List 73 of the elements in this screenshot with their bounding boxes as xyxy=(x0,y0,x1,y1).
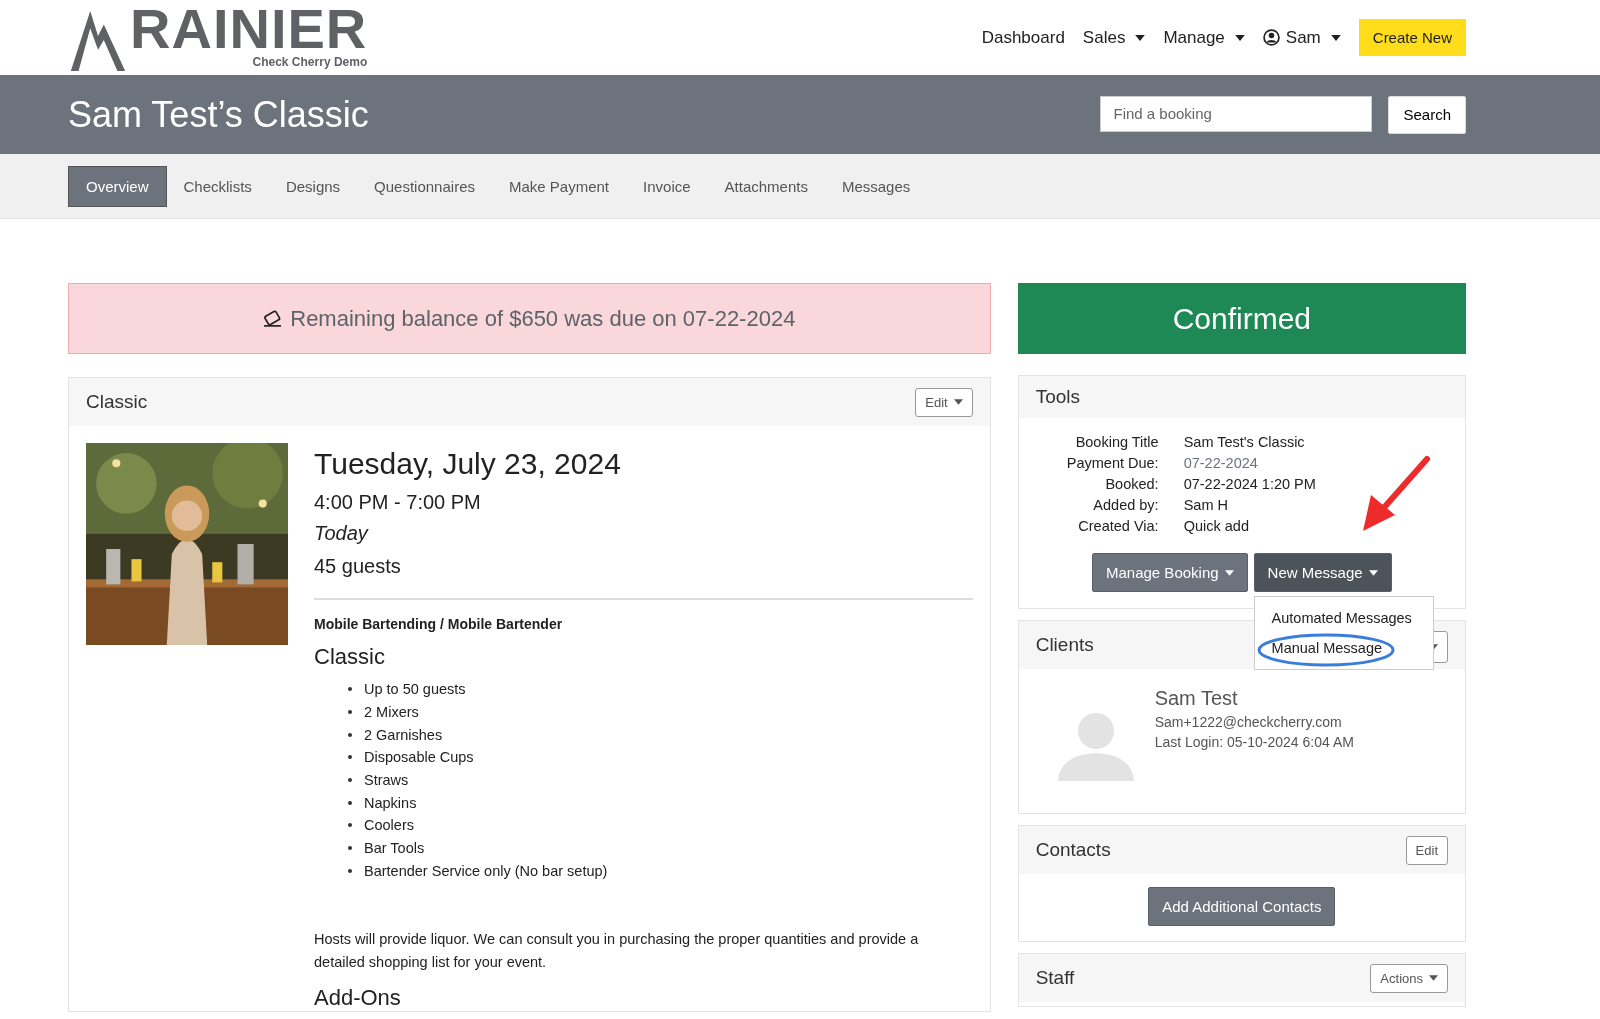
status-banner: Confirmed xyxy=(1017,283,1466,354)
bullet-icon xyxy=(348,800,352,805)
create-new-button[interactable]: Create New xyxy=(1358,19,1466,56)
page-title: Sam Test’s Classic xyxy=(68,93,369,136)
bullet-icon xyxy=(348,823,352,828)
search-button[interactable]: Search xyxy=(1388,95,1466,134)
feature-item: Bartender Service only (No bar setup) xyxy=(364,862,608,879)
client-name: Sam Test xyxy=(1154,687,1239,710)
detail-label: Created Via: xyxy=(1077,518,1159,534)
detail-value: 07-22-2024 1:20 PM xyxy=(1183,476,1316,492)
bullet-icon xyxy=(348,846,352,851)
tab[interactable]: Messages xyxy=(824,166,928,206)
bullet-icon xyxy=(348,868,352,873)
dropdown-button[interactable]: New Message xyxy=(1253,553,1392,592)
detail-value: Sam H xyxy=(1183,497,1229,513)
menu-item[interactable]: Automated Messages xyxy=(1254,603,1433,633)
feature-item: 2 Mixers xyxy=(364,704,419,721)
tab[interactable]: Make Payment xyxy=(492,166,627,206)
alert-text: Remaining balance of $650 was due on 07-22-2024 xyxy=(290,305,796,332)
card-title: Contacts xyxy=(1035,839,1111,861)
add-contacts-button[interactable]: Add Additional Contacts xyxy=(1148,887,1336,926)
detail-label: Added by: xyxy=(1092,497,1159,513)
event-date: Tuesday, July 23, 2024 xyxy=(314,447,622,481)
detail-label: Booking Title xyxy=(1074,434,1159,450)
nav-link[interactable]: Dashboard xyxy=(981,27,1065,48)
client-email: Sam+1222@checkcherry.com xyxy=(1154,714,1343,730)
menu-item[interactable]: Manual Message xyxy=(1254,633,1433,663)
actions-button[interactable]: Actions xyxy=(1370,963,1448,993)
detail-value: Sam Test's Classic xyxy=(1183,434,1306,450)
feature-item: Disposable Cups xyxy=(364,749,474,766)
search-field[interactable]: Find a booking xyxy=(1100,95,1373,132)
event-day: Today xyxy=(314,522,973,545)
feature-item: Bar Tools xyxy=(364,840,425,857)
feature-item: Napkins xyxy=(364,794,417,811)
detail-value: 07-22-2024 xyxy=(1183,455,1259,471)
bullet-icon xyxy=(348,778,352,783)
tab[interactable]: Attachments xyxy=(707,166,825,206)
bullet-icon xyxy=(348,755,352,760)
tab[interactable]: Designs xyxy=(268,166,358,206)
nav-link[interactable]: Sales xyxy=(1082,27,1146,48)
detail-value: Quick add xyxy=(1183,518,1250,534)
nav-link[interactable]: Manage xyxy=(1163,27,1245,48)
nav-link[interactable]: Sam xyxy=(1262,27,1341,48)
logo-wordmark: RAINIER xyxy=(130,2,368,55)
logo-subtitle: Check Cherry Demo xyxy=(252,54,368,69)
package-name: Classic xyxy=(314,644,386,670)
tab[interactable]: Overview xyxy=(68,165,167,207)
user-icon xyxy=(1262,29,1280,46)
bullet-icon xyxy=(348,710,352,715)
feature-item: Coolers xyxy=(364,817,414,834)
edit-button[interactable]: Edit xyxy=(1405,835,1448,865)
guest-count: 45 guests xyxy=(314,555,402,578)
bullet-icon xyxy=(348,687,352,692)
tab[interactable]: Checklists xyxy=(166,166,269,206)
package-category: Mobile Bartending / Mobile Bartender xyxy=(314,616,564,632)
tab[interactable]: Invoice xyxy=(626,166,708,206)
event-time: 4:00 PM - 7:00 PM xyxy=(314,491,482,514)
tab[interactable]: Questionnaires xyxy=(357,166,492,206)
edit-button[interactable]: Edit xyxy=(915,387,973,417)
card-title: Tools xyxy=(1035,386,1080,408)
dropdown-button[interactable]: Manage Booking xyxy=(1092,553,1248,592)
feature-item: 2 Garnishes xyxy=(364,726,443,743)
card-title: Clients xyxy=(1035,634,1094,656)
addons-heading: Add-Ons xyxy=(314,985,402,1012)
card-title: Staff xyxy=(1035,967,1075,989)
package-description: Hosts will provide liquor. We can consult you in purchasing the proper quantities and provide a detailed shopping list for your event. xyxy=(314,930,920,972)
detail-label: Payment Due: xyxy=(1065,455,1159,471)
last-login: Last Login: 05-10-2024 6:04 AM xyxy=(1154,734,1354,750)
feature-item: Up to 50 guests xyxy=(364,681,466,698)
detail-label: Booked: xyxy=(1104,476,1159,492)
bullet-icon xyxy=(348,732,352,737)
feature-item: Straws xyxy=(364,772,409,789)
card-title: Classic xyxy=(86,391,148,413)
